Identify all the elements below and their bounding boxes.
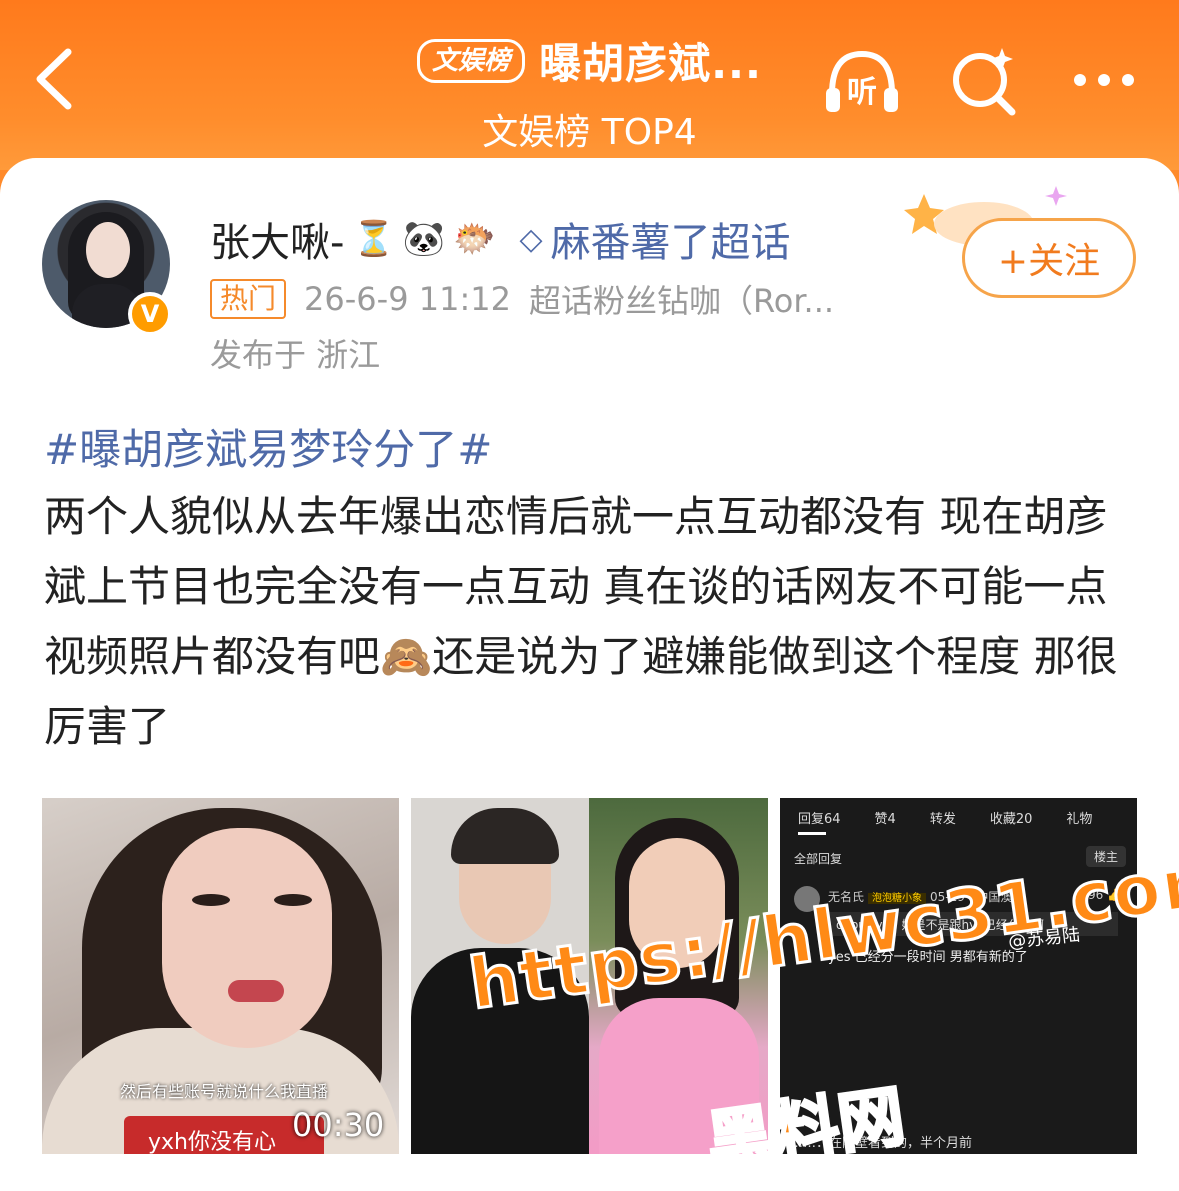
- post-text: 两个人貌似从去年爆出恋情后就一点互动都没有 现在胡彦斌上节目也完全没有一点互动 …: [44, 492, 1118, 751]
- username[interactable]: 张大啾-: [210, 210, 344, 268]
- hourglass-icon: ⏳: [352, 219, 395, 259]
- hashtag-link[interactable]: #曝胡彦斌易梦玲分了#: [44, 416, 492, 477]
- post-time: 26-6-9 11:12: [304, 280, 511, 318]
- meta-row: 热门 26-6-9 11:12 超话粉丝钻咖（Ror...: [210, 276, 834, 322]
- panda-icon: 🐼: [402, 219, 446, 259]
- search-button[interactable]: [944, 44, 1024, 116]
- diamond-icon: ◇: [519, 221, 543, 257]
- hot-tag: 热门: [210, 279, 287, 319]
- post-location: 发布于 浙江: [210, 336, 381, 374]
- more-dots-icon: [1074, 74, 1134, 86]
- video-caption: 然后有些账号就说什么我直播: [119, 1082, 328, 1101]
- pufferfish-icon: 🐡: [453, 219, 496, 259]
- listen-button[interactable]: 听: [822, 44, 902, 116]
- listen-label: 听: [847, 75, 877, 110]
- supertopic-link[interactable]: 麻番薯了超话: [551, 210, 791, 268]
- top-header: 文娱榜 曝胡彦斌... 文娱榜 TOP4 听: [0, 0, 1179, 170]
- headphones-icon: 听: [826, 50, 898, 112]
- screenshot-tabs: 回复64 赞4 转发 收藏20 礼物: [798, 812, 1093, 827]
- search-sparkle-icon: [953, 48, 1016, 116]
- post-card: V 张大啾- ⏳ 🐼 🐡 ◇ 麻番薯了超话 热门 26-6-9 11:12 超话…: [0, 158, 1179, 1191]
- caption-banner-text: yxh你没有心: [148, 1130, 276, 1154]
- user-name-row: 张大啾- ⏳ 🐼 🐡 ◇ 麻番薯了超话: [210, 210, 791, 268]
- page-title: 曝胡彦斌...: [539, 39, 762, 88]
- more-button[interactable]: [1064, 44, 1144, 116]
- follow-button[interactable]: +关注: [962, 218, 1136, 298]
- video-duration: 00:30: [292, 1106, 385, 1144]
- rank-badge: 文娱榜: [417, 38, 526, 83]
- post-image-1[interactable]: 然后有些账号就说什么我直播 yxh你没有心 00:30: [42, 798, 399, 1154]
- post-source: 超话粉丝钻咖（Ror...: [528, 282, 835, 320]
- verified-badge-icon: V: [128, 292, 172, 336]
